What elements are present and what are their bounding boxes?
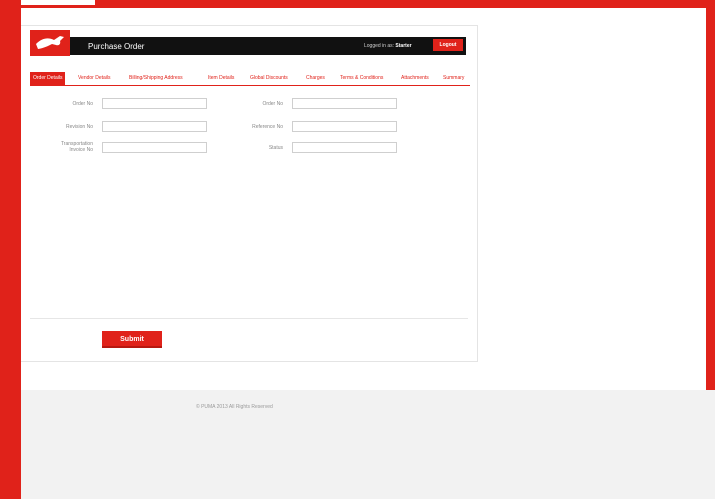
- page-title: Purchase Order: [88, 42, 145, 51]
- logged-in-status: Logged in as: Starter: [364, 43, 412, 49]
- logged-in-prefix: Logged in as:: [364, 43, 395, 49]
- tab-item-details[interactable]: Item Details: [208, 72, 234, 85]
- tab-order-details[interactable]: Order Details: [30, 72, 66, 85]
- revision-no-input[interactable]: [102, 121, 207, 132]
- footer-copyright: © PUMA 2013 All Rights Reserved: [196, 404, 273, 410]
- username: Starter: [395, 43, 412, 49]
- order-no-input[interactable]: [102, 98, 207, 109]
- tab-attachments[interactable]: Attachments: [401, 72, 429, 85]
- tab-terms-conditions[interactable]: Terms & Conditions: [340, 72, 383, 85]
- transportation-invoice-input[interactable]: [102, 142, 207, 153]
- submit-button[interactable]: Submit: [102, 331, 162, 348]
- status-label: Status: [268, 145, 283, 151]
- puma-cat-icon: [36, 36, 64, 49]
- brand-logo[interactable]: [30, 30, 70, 56]
- form-divider: [30, 318, 468, 319]
- order-no-label: Order No: [72, 101, 93, 107]
- order-no-2-input[interactable]: [292, 98, 397, 109]
- tab-vendor-details[interactable]: Vendor Details: [78, 72, 111, 85]
- right-accent-bar: [706, 0, 715, 416]
- logout-button[interactable]: Logout: [433, 39, 463, 51]
- tab-global-discounts[interactable]: Global Discounts: [250, 72, 288, 85]
- reference-no-label: Reference No: [252, 124, 283, 130]
- revision-no-label: Revision No: [66, 124, 93, 130]
- transportation-label-line2: Invoice No: [69, 147, 93, 153]
- transportation-invoice-label: Transportation Invoice No: [30, 141, 93, 153]
- reference-no-input[interactable]: [292, 121, 397, 132]
- corner-notch: [21, 0, 95, 5]
- top-accent-bar: [0, 0, 715, 8]
- left-accent-bar: [0, 0, 21, 499]
- status-input[interactable]: [292, 142, 397, 153]
- tab-billing-shipping-address[interactable]: Billing/Shipping Address: [129, 72, 183, 85]
- tab-charges[interactable]: Charges: [306, 72, 325, 85]
- order-no-2-label: Order No: [262, 101, 283, 107]
- footer: [21, 390, 715, 499]
- tab-summary[interactable]: Summary: [443, 72, 464, 85]
